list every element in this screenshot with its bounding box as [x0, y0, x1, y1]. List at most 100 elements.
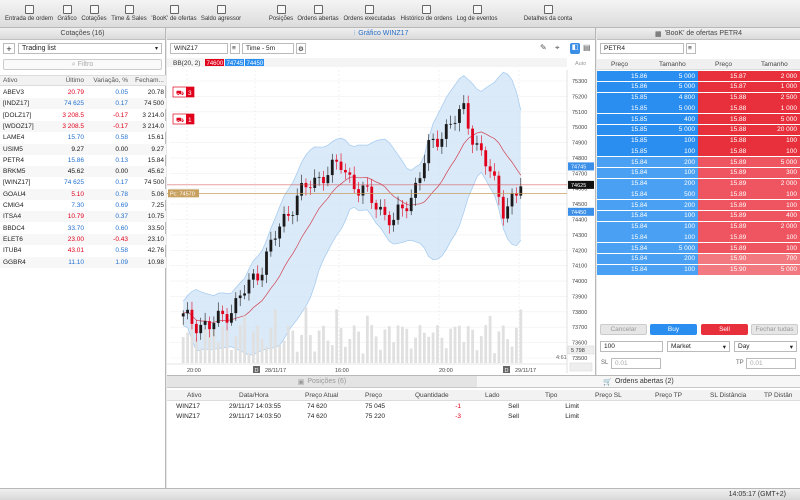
filter-input[interactable]: ⌕ Filtro	[3, 59, 162, 70]
quantity-input[interactable]: 100	[600, 341, 663, 352]
book-row[interactable]: 15.85 100 15.88 100	[597, 146, 800, 157]
tab-open-orders[interactable]: 🛒 Ordens abertas (2)	[477, 376, 800, 388]
ask-cell[interactable]: 15.88 100	[698, 146, 800, 157]
book-row[interactable]: 15.84 100 15.89 100	[597, 232, 800, 243]
quote-row[interactable]: ABEV3 20.79 0.05 20.78	[0, 87, 166, 98]
bid-cell[interactable]: 15.84 200	[597, 253, 698, 264]
bid-cell[interactable]: 15.85 4 800	[597, 92, 698, 103]
ask-cell[interactable]: 15.87 2 000	[698, 71, 800, 81]
quote-row[interactable]: LAME4 15.70 0.58 15.61	[0, 132, 166, 143]
ask-cell[interactable]: 15.88 20 000	[698, 124, 800, 135]
column-header[interactable]: Variação, %	[90, 77, 128, 84]
list-select[interactable]: Trading list ▾	[18, 43, 162, 54]
column-header[interactable]: Ativo	[3, 77, 17, 84]
take-profit-input[interactable]: 0.01	[746, 358, 796, 369]
bid-cell[interactable]: 15.85 5 000	[597, 124, 698, 135]
bid-cell[interactable]: 15.84 100	[597, 167, 698, 178]
order-row[interactable]: WINZ17 29/11/17 14:03:55 74 620 75 045 -1 Sel…	[167, 403, 800, 413]
bid-cell[interactable]: 15.84 500	[597, 189, 698, 200]
book-row[interactable]: 15.84 200 15.90 700	[597, 253, 800, 265]
ask-cell[interactable]: 15.88 2 500	[698, 92, 800, 103]
book-symbol-input[interactable]: PETR4	[600, 43, 684, 54]
column-header[interactable]: Preço SL	[595, 392, 622, 399]
bid-cell[interactable]: 15.84 200	[597, 200, 698, 210]
toolbar-chart-button[interactable]: Gráfico	[56, 3, 78, 27]
ask-cell[interactable]: 15.89 100	[698, 232, 800, 243]
order-row[interactable]: WINZ17 29/11/17 14:03:50 74 620 75 220 -3 Sel…	[167, 413, 800, 423]
column-header[interactable]: Preço	[365, 392, 382, 399]
tab-positions[interactable]: ▣ Posições (6)	[167, 376, 477, 388]
column-header[interactable]: Preço Atual	[305, 392, 338, 399]
ask-cell[interactable]: 15.90 700	[698, 253, 800, 264]
bid-cell[interactable]: 15.86 5 000	[597, 71, 698, 81]
toolbar-balance-button[interactable]: Saldo agressor	[200, 3, 242, 27]
ask-cell[interactable]: 15.88 5 000	[698, 114, 800, 124]
ask-cell[interactable]: 15.89 400	[698, 210, 800, 221]
book-row[interactable]: 15.85 5 000 15.88 1 000	[597, 103, 800, 114]
bid-cell[interactable]: 15.84 100	[597, 232, 698, 243]
stop-loss-input[interactable]: 0.01	[611, 358, 661, 369]
toolbar-executed-orders-button[interactable]: Ordens executadas	[342, 3, 397, 27]
toolbar-positions-button[interactable]: Posições	[268, 3, 294, 27]
bid-cell[interactable]: 15.85 100	[597, 146, 698, 157]
column-header[interactable]: TP Distân	[764, 392, 792, 399]
column-header[interactable]: Fecham...	[130, 77, 164, 84]
book-row[interactable]: 15.84 100 15.89 400	[597, 210, 800, 222]
price-chart[interactable]: BB(20, 2) 74600 74745 74450 Auto753007520075…	[167, 28, 596, 375]
toolbar-book-button[interactable]: 'BooK' de ofertas	[149, 3, 199, 27]
book-row[interactable]: 15.84 200 15.89 2 000	[597, 178, 800, 190]
book-row[interactable]: 15.84 200 15.89 100	[597, 200, 800, 211]
quote-row[interactable]: CMIG4 7.30 0.69 7.25	[0, 200, 166, 211]
quote-row[interactable]: GGBR4 11.10 1.09 10.98	[0, 256, 166, 268]
bid-cell[interactable]: 15.84 100	[597, 221, 698, 232]
add-list-button[interactable]: +	[3, 43, 15, 54]
toolbar-order-history-button[interactable]: Histórico de ordens	[399, 3, 454, 27]
bid-cell[interactable]: 15.84 100	[597, 264, 698, 275]
ask-cell[interactable]: 15.89 100	[698, 243, 800, 253]
ask-cell[interactable]: 15.89 2 000	[698, 221, 800, 232]
column-header[interactable]: Quantidade	[415, 392, 449, 399]
quote-row[interactable]: BBDC4 33.70 0.60 33.50	[0, 223, 166, 234]
ask-cell[interactable]: 15.88 100	[698, 135, 800, 146]
column-header[interactable]: Último	[52, 77, 84, 84]
book-row[interactable]: 15.84 100 15.89 2 000	[597, 221, 800, 233]
book-row[interactable]: 15.85 400 15.88 5 000	[597, 114, 800, 125]
book-row[interactable]: 15.84 100 15.89 300	[597, 167, 800, 179]
ask-cell[interactable]: 15.89 100	[698, 189, 800, 200]
bid-cell[interactable]: 15.84 5 000	[597, 243, 698, 253]
toolbar-account-details-button[interactable]: Detalhes da conta	[522, 3, 574, 27]
quote-row[interactable]: ITUB4 43.01 0.58 42.76	[0, 245, 166, 256]
quote-row[interactable]: [WDOZ17] 3 208.5 -0.17 3 214.0	[0, 120, 166, 132]
sell-button[interactable]: Sell	[701, 324, 748, 335]
scale-toggle[interactable]	[569, 362, 593, 372]
ask-cell[interactable]: 15.89 5 000	[698, 157, 800, 167]
price-axis[interactable]: 7530075200751007500074900748007470074600…	[566, 70, 587, 373]
column-header[interactable]: Tipo	[545, 392, 557, 399]
toolbar-quotes-button[interactable]: Cotações	[80, 3, 108, 27]
book-row[interactable]: 15.85 100 15.88 100	[597, 135, 800, 147]
column-header[interactable]: Preço TP	[655, 392, 682, 399]
book-row[interactable]: 15.86 5 000 15.87 2 000	[597, 71, 800, 82]
bid-cell[interactable]: 15.84 100	[597, 210, 698, 221]
column-header[interactable]: Lado	[485, 392, 499, 399]
ask-cell[interactable]: 15.88 1 000	[698, 103, 800, 114]
column-header[interactable]: Data/Hora	[239, 392, 269, 399]
close-all-button[interactable]: Fechar tudas	[751, 324, 798, 335]
column-header[interactable]: Ativo	[187, 392, 201, 399]
order-type-select[interactable]: Market ▾	[667, 341, 730, 352]
quote-row[interactable]: ELET6 23.00 -0.43 23.10	[0, 233, 166, 245]
ask-cell[interactable]: 15.87 1 000	[698, 81, 800, 92]
bid-cell[interactable]: 15.85 400	[597, 114, 698, 124]
bid-cell[interactable]: 15.85 100	[597, 135, 698, 146]
buy-button[interactable]: Buy	[650, 324, 697, 335]
ask-cell[interactable]: 15.90 5 000	[698, 264, 800, 275]
quote-row[interactable]: USIM5 9.27 0.00 9.27	[0, 143, 166, 155]
bid-cell[interactable]: 15.85 5 000	[597, 103, 698, 114]
quote-row[interactable]: [WINZ17] 74 625 0.17 74 500	[0, 177, 166, 188]
book-row[interactable]: 15.84 100 15.90 5 000	[597, 264, 800, 276]
column-header[interactable]: SL Distância	[710, 392, 746, 399]
time-axis[interactable]: 20:00 28/11/17 16:00 20:00 29/11/17 D D	[167, 363, 567, 374]
book-row[interactable]: 15.85 5 000 15.88 20 000	[597, 124, 800, 136]
quote-row[interactable]: PETR4 15.86 0.13 15.84	[0, 155, 166, 166]
bid-cell[interactable]: 15.84 200	[597, 178, 698, 189]
